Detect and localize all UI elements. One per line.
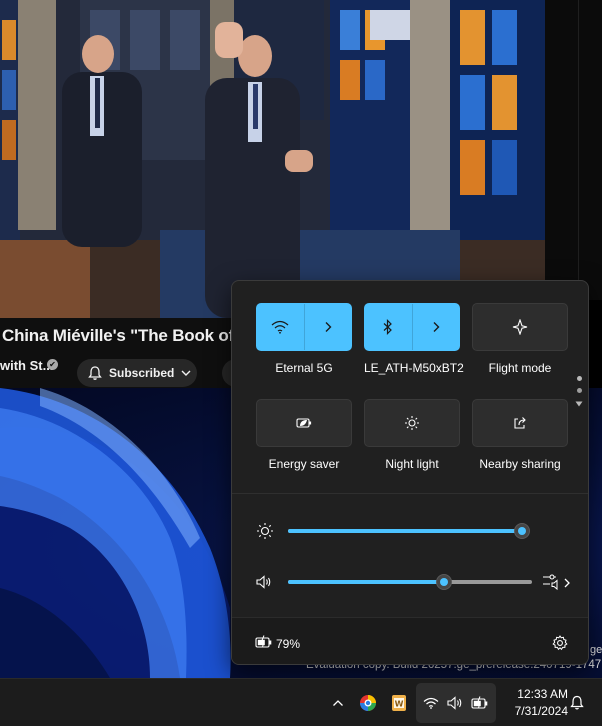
- clock-time: 12:33 AM: [517, 687, 568, 701]
- night-light-icon: [405, 416, 419, 430]
- share-icon: [514, 417, 526, 429]
- volume-tray-icon: [447, 696, 462, 710]
- wifi-toggle[interactable]: [256, 303, 352, 351]
- wifi-tile: Eternal 5G: [256, 303, 352, 375]
- night-light-label: Night light: [385, 457, 439, 471]
- nearby-sharing-toggle[interactable]: [472, 399, 568, 447]
- night-light-tile: Night light: [364, 399, 460, 471]
- page-dot[interactable]: [576, 388, 582, 393]
- speaker-icon[interactable]: [255, 574, 273, 590]
- bluetooth-label: LE_ATH-M50xBT2: [364, 361, 464, 375]
- chevron-up-icon: [333, 700, 343, 706]
- airplane-icon: [512, 319, 528, 335]
- panel-divider: [232, 493, 588, 494]
- document-app-icon: W: [392, 695, 406, 711]
- flight-mode-label: Flight mode: [488, 361, 552, 375]
- brightness-slider-thumb[interactable]: [513, 523, 530, 539]
- battery-tray-icon: [471, 696, 488, 709]
- taskbar: W 12:33 AM 7/31/2024: [0, 678, 602, 726]
- desktop: China Miéville's "The Book of Els with S…: [0, 0, 602, 726]
- taskbar-clock[interactable]: 12:33 AM 7/31/2024: [496, 686, 568, 720]
- night-light-toggle[interactable]: [364, 399, 460, 447]
- energy-saver-label: Energy saver: [268, 457, 340, 471]
- page-dot[interactable]: [576, 376, 582, 381]
- battery-charging-icon[interactable]: [255, 635, 273, 649]
- verified-badge-icon: ✔: [47, 359, 58, 370]
- wifi-icon: [271, 320, 289, 334]
- svg-text:W: W: [395, 700, 404, 709]
- colorful-app-icon: [360, 695, 376, 711]
- subscribed-label: Subscribed: [109, 366, 175, 380]
- settings-gear-icon[interactable]: [552, 635, 568, 651]
- clock-date: 7/31/2024: [514, 704, 568, 718]
- bluetooth-tile: LE_ATH-M50xBT2: [364, 303, 464, 375]
- notifications-button[interactable]: [565, 691, 589, 715]
- wifi-toggle-main[interactable]: [257, 304, 304, 350]
- energy-saver-toggle[interactable]: [256, 399, 352, 447]
- wifi-tray-icon: [423, 697, 439, 709]
- chevron-down-icon: [181, 370, 191, 376]
- bluetooth-toggle-main[interactable]: [365, 304, 412, 350]
- brightness-slider-row: [254, 521, 570, 541]
- quick-settings-panel: Eternal 5G LE_ATH-M50xBT2 Flight mode En…: [231, 280, 589, 665]
- subscribed-button[interactable]: Subscribed: [77, 359, 197, 387]
- volume-slider-fill: [288, 580, 445, 584]
- bell-icon: [88, 366, 102, 380]
- bluetooth-expand-button[interactable]: [412, 304, 459, 350]
- video-title[interactable]: China Miéville's "The Book of Els: [2, 326, 264, 346]
- show-hidden-icons-button[interactable]: [326, 691, 350, 715]
- battery-percentage: 79%: [276, 637, 301, 651]
- channel-name[interactable]: with St...: [0, 358, 53, 373]
- quick-settings-tray-button[interactable]: [416, 683, 496, 723]
- wifi-expand-button[interactable]: [304, 304, 351, 350]
- caret-down-icon[interactable]: [575, 400, 583, 408]
- bluetooth-icon: [383, 319, 393, 335]
- flight-mode-tile: Flight mode: [472, 303, 568, 375]
- chevron-right-icon: [433, 322, 440, 332]
- notification-bell-icon: [570, 695, 584, 710]
- brightness-slider-fill: [288, 529, 522, 533]
- volume-slider-row: [254, 572, 570, 592]
- flight-mode-toggle[interactable]: [472, 303, 568, 351]
- panel-footer: 79%: [232, 617, 588, 664]
- bluetooth-toggle[interactable]: [364, 303, 460, 351]
- nearby-sharing-tile: Nearby sharing: [472, 399, 568, 471]
- energy-saver-tile: Energy saver: [256, 399, 352, 471]
- wifi-label: Eternal 5G: [275, 361, 333, 375]
- video-frame-scene: [0, 0, 545, 318]
- video-margin: [545, 0, 602, 300]
- energy-saver-icon: [296, 418, 312, 428]
- volume-slider-thumb[interactable]: [436, 574, 453, 590]
- tray-word-icon[interactable]: W: [387, 691, 411, 715]
- nearby-sharing-label: Nearby sharing: [479, 457, 561, 471]
- watermark-cut-text: ge: [590, 644, 602, 656]
- video-player[interactable]: [0, 0, 545, 318]
- chevron-right-icon: [325, 322, 332, 332]
- tray-app-color-icon[interactable]: [356, 691, 380, 715]
- page-indicator: [575, 376, 583, 408]
- brightness-icon: [257, 523, 273, 539]
- audio-output-icon[interactable]: [542, 573, 572, 591]
